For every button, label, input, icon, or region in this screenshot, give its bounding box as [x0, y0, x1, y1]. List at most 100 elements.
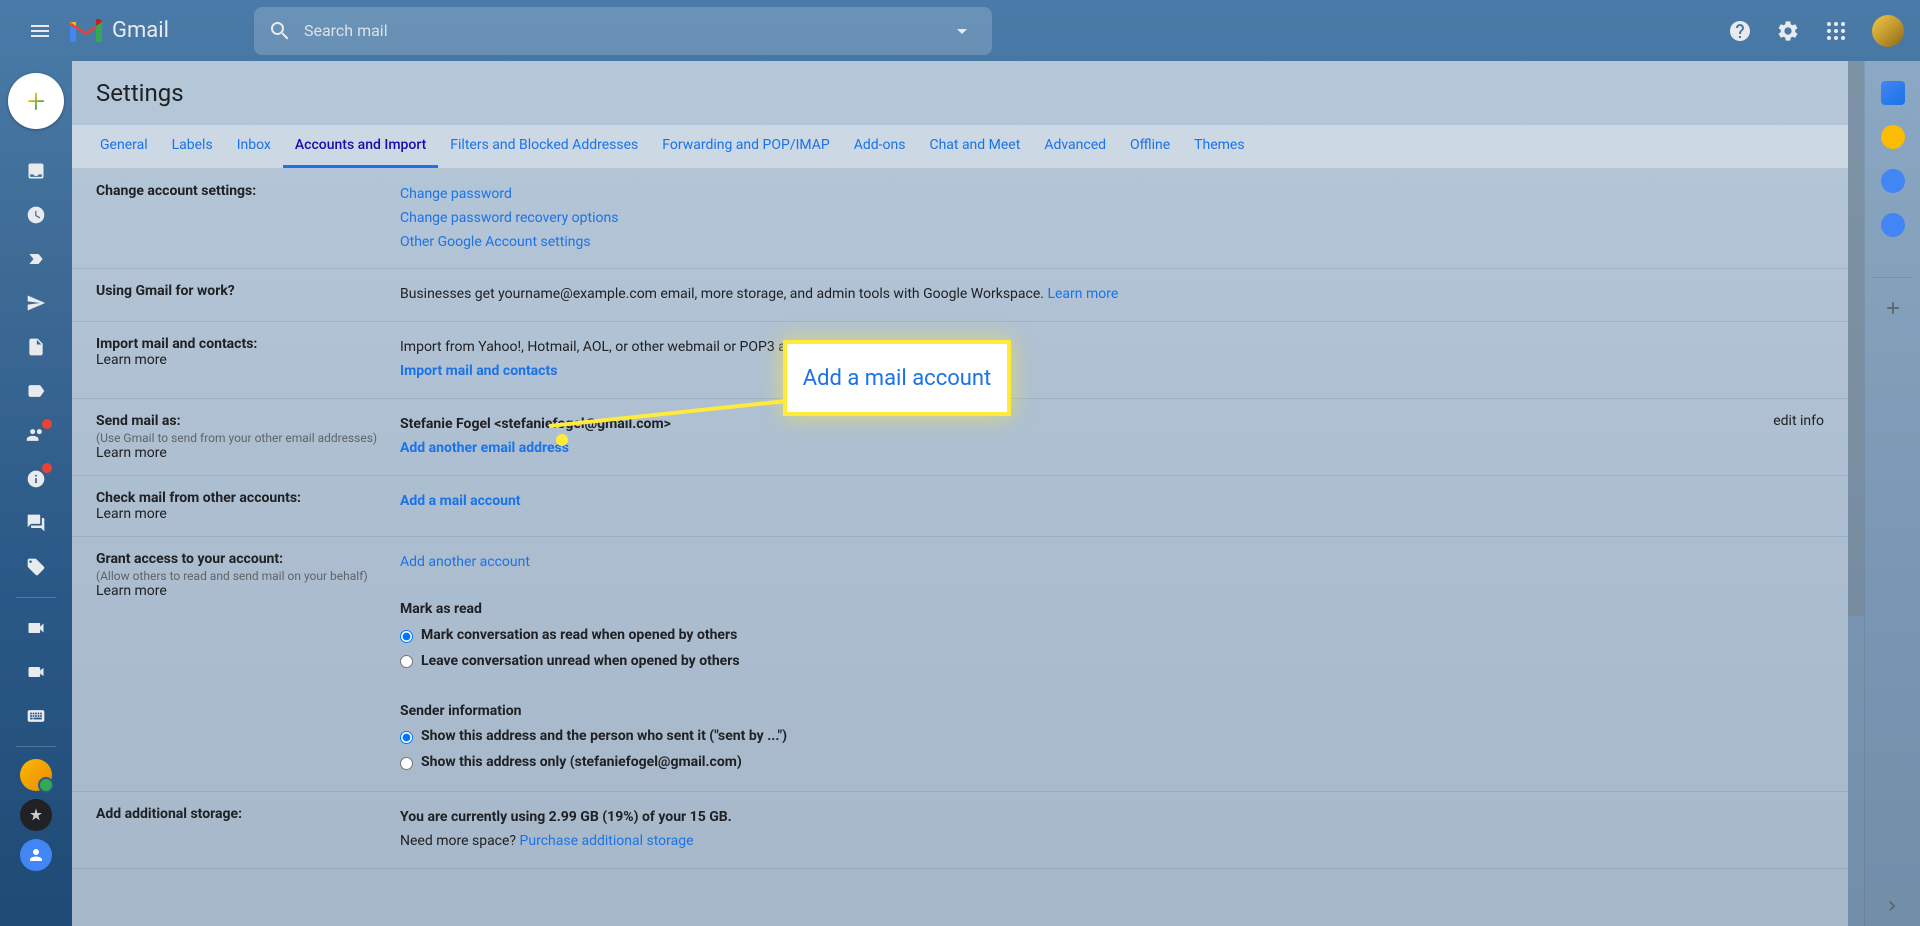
link-add-another-account[interactable]: Add another account	[400, 551, 1824, 575]
tab-inbox[interactable]: Inbox	[225, 125, 283, 168]
main-menu-button[interactable]	[16, 7, 64, 55]
right-panel	[1864, 61, 1920, 926]
text-workspace: Businesses get yourname@example.com emai…	[400, 286, 1044, 302]
label-sender-info: Sender information	[400, 703, 521, 719]
radio-show-only-input[interactable]	[400, 757, 413, 770]
text-import: Import from Yahoo!, Hotmail, AOL, or oth…	[400, 339, 839, 355]
tab-chat-meet[interactable]: Chat and Meet	[917, 125, 1032, 168]
sidebar-social[interactable]	[16, 415, 56, 455]
link-learn-more-checkmail[interactable]: Learn more	[96, 506, 167, 522]
link-edit-info[interactable]: edit info	[1773, 413, 1824, 429]
sidebar: +	[0, 61, 72, 926]
label-grant-access: Grant access to your account:	[96, 551, 283, 567]
callout-text: Add a mail account	[803, 366, 991, 391]
keep-app-icon[interactable]	[1881, 125, 1905, 149]
tab-general[interactable]: General	[88, 125, 160, 168]
link-other-google[interactable]: Other Google Account settings	[400, 231, 1824, 255]
callout-dot	[556, 434, 568, 446]
radio-leave-unread-input[interactable]	[400, 655, 413, 668]
sidebar-drafts[interactable]	[16, 327, 56, 367]
sidebar-important[interactable]	[16, 239, 56, 279]
apps-button[interactable]	[1816, 11, 1856, 51]
search-bar[interactable]	[254, 7, 992, 55]
radio-show-both-input[interactable]	[400, 731, 413, 744]
chevron-right-icon	[1882, 896, 1902, 916]
search-options-icon[interactable]	[950, 19, 974, 43]
label-change-account: Change account settings:	[96, 183, 256, 199]
tab-themes[interactable]: Themes	[1182, 125, 1256, 168]
badge-dot	[42, 463, 52, 473]
link-purchase-storage[interactable]: Purchase additional storage	[520, 833, 694, 849]
sidebar-sent[interactable]	[16, 283, 56, 323]
radio-leave-unread[interactable]: Leave conversation unread when opened by…	[400, 650, 1824, 674]
badge-dot	[42, 419, 52, 429]
hangouts-avatar-3[interactable]	[20, 839, 52, 871]
sidebar-snoozed[interactable]	[16, 195, 56, 235]
tasks-app-icon[interactable]	[1881, 169, 1905, 193]
link-add-mail-account[interactable]: Add a mail account	[400, 493, 521, 509]
sidebar-keyboard[interactable]	[16, 696, 56, 736]
tab-forwarding[interactable]: Forwarding and POP/IMAP	[650, 125, 841, 168]
tab-accounts-import[interactable]: Accounts and Import	[283, 125, 438, 168]
tab-filters[interactable]: Filters and Blocked Addresses	[438, 125, 650, 168]
radio-show-both[interactable]: Show this address and the person who sen…	[400, 725, 1824, 749]
link-learn-more-workspace[interactable]: Learn more	[1047, 286, 1118, 302]
gmail-logo[interactable]: Gmail	[68, 17, 169, 45]
search-input[interactable]	[304, 21, 950, 40]
link-add-email[interactable]: Add another email address	[400, 440, 569, 456]
label-import-mail: Import mail and contacts:	[96, 336, 257, 352]
gmail-logo-icon	[68, 17, 104, 45]
settings-title: Settings	[72, 61, 1848, 125]
link-learn-more-import[interactable]: Learn more	[96, 352, 167, 368]
support-button[interactable]	[1720, 11, 1760, 51]
account-avatar[interactable]	[1872, 15, 1904, 47]
hangouts-avatar-2[interactable]	[20, 799, 52, 831]
person-icon	[27, 846, 45, 864]
text-storage-usage: You are currently using 2.99 GB (19%) of…	[400, 809, 732, 825]
tab-addons[interactable]: Add-ons	[842, 125, 918, 168]
sidebar-meet[interactable]	[16, 608, 56, 648]
row-change-account: Change account settings: Change password…	[72, 169, 1848, 269]
plus-icon: +	[27, 85, 45, 117]
calendar-app-icon[interactable]	[1881, 81, 1905, 105]
link-import-action[interactable]: Import mail and contacts	[400, 363, 557, 379]
compose-button[interactable]: +	[8, 73, 64, 129]
link-change-recovery[interactable]: Change password recovery options	[400, 207, 1824, 231]
sidebar-divider	[16, 746, 56, 747]
scrollbar-thumb[interactable]	[1848, 61, 1864, 616]
collapse-panel-button[interactable]	[1882, 896, 1902, 916]
sidebar-updates[interactable]	[16, 459, 56, 499]
apps-icon	[1824, 19, 1848, 43]
sent-icon	[26, 293, 46, 313]
drafts-icon	[26, 337, 46, 357]
settings-button[interactable]	[1768, 11, 1808, 51]
radio-mark-read-input[interactable]	[400, 630, 413, 643]
forums-icon	[26, 513, 46, 533]
radio-mark-read[interactable]: Mark conversation as read when opened by…	[400, 624, 1824, 648]
sidebar-categories[interactable]	[16, 371, 56, 411]
header-right	[1720, 11, 1904, 51]
scrollbar[interactable]	[1848, 61, 1864, 926]
text-need-space: Need more space?	[400, 833, 520, 849]
clock-icon	[26, 205, 46, 225]
gmail-logo-text: Gmail	[112, 18, 169, 43]
sidebar-divider	[16, 597, 56, 598]
contacts-app-icon[interactable]	[1881, 213, 1905, 237]
sidebar-promotions[interactable]	[16, 547, 56, 587]
search-icon[interactable]	[268, 19, 292, 43]
radio-show-only[interactable]: Show this address only (stefaniefogel@gm…	[400, 751, 1824, 775]
tab-advanced[interactable]: Advanced	[1032, 125, 1118, 168]
link-learn-more-grant[interactable]: Learn more	[96, 583, 167, 599]
add-app-button[interactable]	[1873, 277, 1913, 317]
link-change-password[interactable]: Change password	[400, 183, 1824, 207]
tab-labels[interactable]: Labels	[160, 125, 225, 168]
sub-grant-access: (Allow others to read and send mail on y…	[96, 569, 400, 583]
row-storage: Add additional storage: You are currentl…	[72, 792, 1848, 869]
sidebar-inbox[interactable]	[16, 151, 56, 191]
sidebar-forums[interactable]	[16, 503, 56, 543]
hangouts-avatar-1[interactable]	[20, 759, 52, 791]
sub-send-as: (Use Gmail to send from your other email…	[96, 431, 400, 445]
tab-offline[interactable]: Offline	[1118, 125, 1182, 168]
link-learn-more-sendas[interactable]: Learn more	[96, 445, 167, 461]
sidebar-meetings[interactable]	[16, 652, 56, 692]
